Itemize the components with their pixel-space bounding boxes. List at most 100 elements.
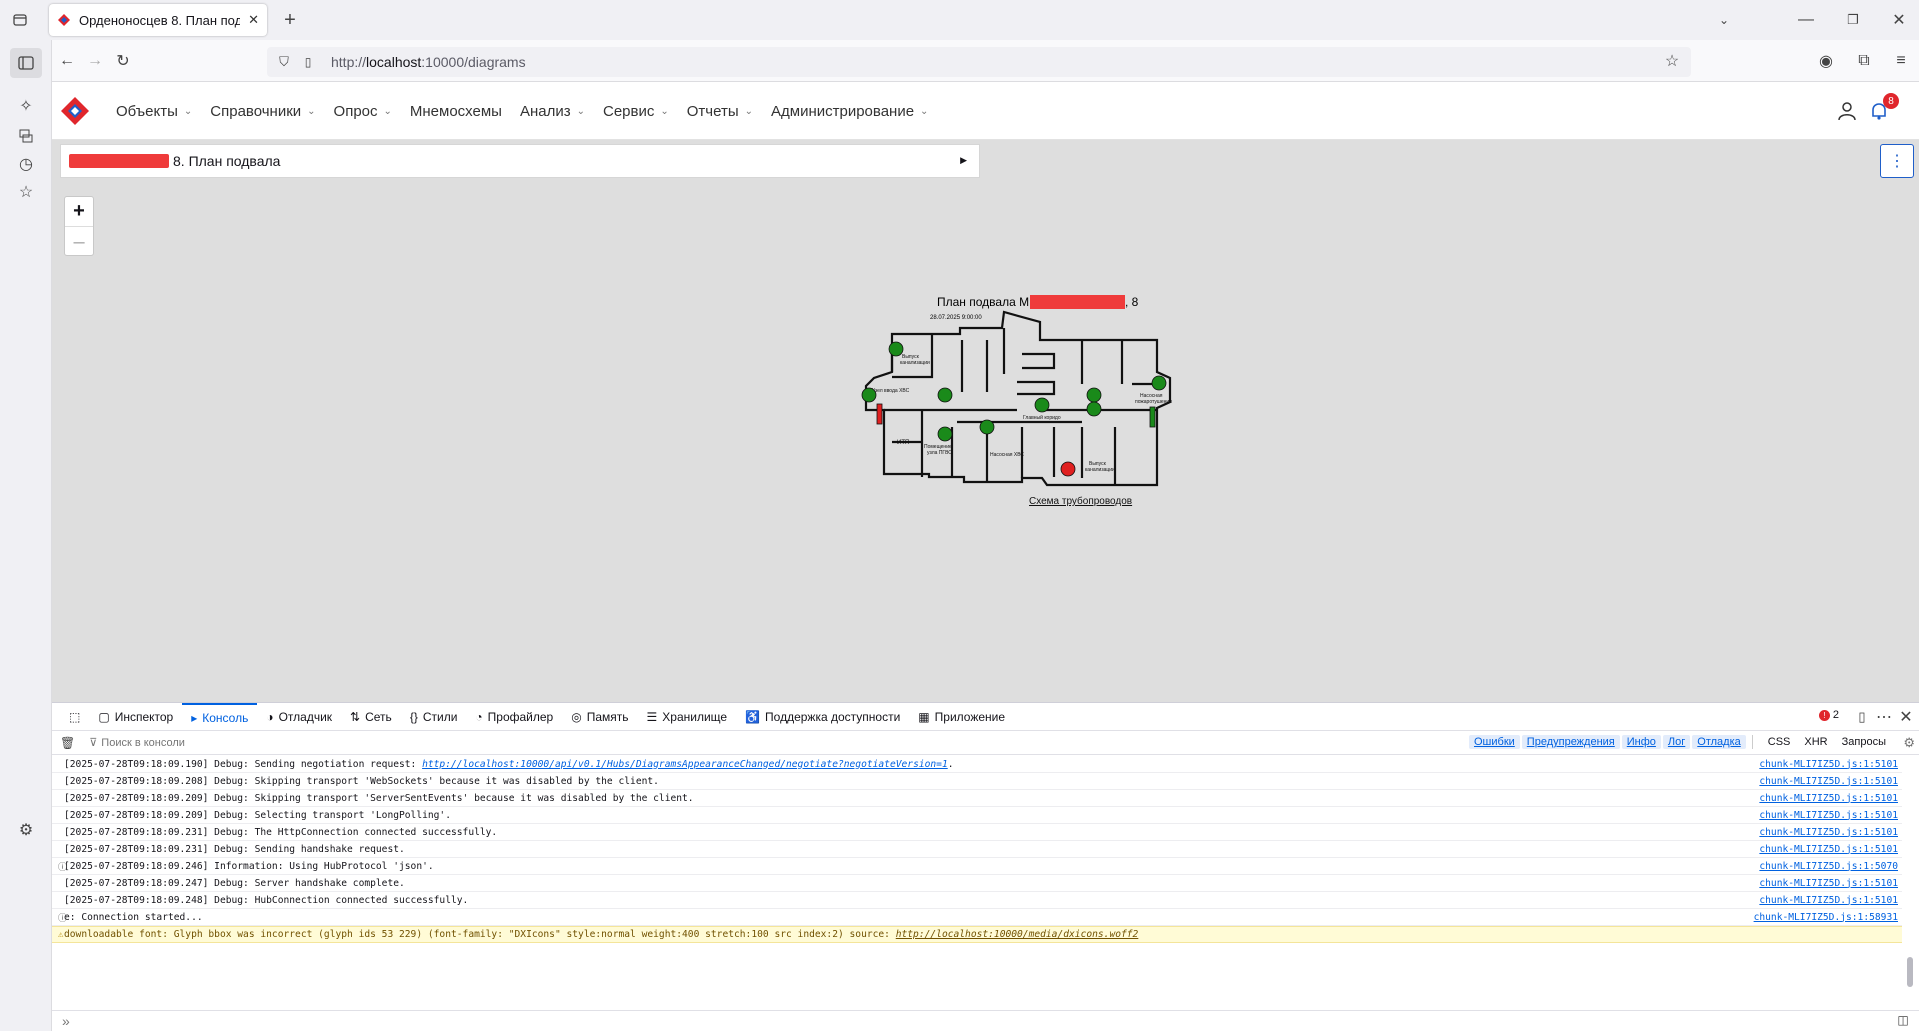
extensions-icon[interactable]: ⧉ — [1853, 50, 1875, 72]
devtools-tab[interactable]: ♿ Поддержка доступности — [736, 703, 909, 731]
menu-item[interactable]: Мнемосхемы — [410, 103, 502, 120]
ok-indicator[interactable] — [1149, 406, 1156, 428]
devtools-tab[interactable]: ◔ Профайлер — [466, 703, 562, 731]
account-icon[interactable]: ◉ — [1815, 50, 1837, 72]
zoom-out-button[interactable]: – — [65, 227, 93, 257]
redacted-block — [1030, 295, 1125, 309]
devtools-tab[interactable]: ⇅ Сеть — [341, 703, 401, 731]
filter-button[interactable]: CSS — [1763, 735, 1796, 749]
close-devtools-icon[interactable]: ✕ — [1897, 708, 1915, 726]
split-console-icon[interactable]: ◫ — [1895, 1012, 1911, 1028]
sensor-ok[interactable] — [937, 387, 953, 403]
zoom-in-button[interactable]: + — [65, 197, 93, 227]
close-window-button[interactable]: ✕ — [1889, 10, 1909, 30]
minimize-button[interactable]: — — [1796, 10, 1816, 30]
history-icon[interactable]: ◷ — [16, 154, 36, 174]
source-link[interactable]: chunk-MLI7IZ5D.js:1:5101 — [1759, 810, 1898, 821]
dock-icon[interactable]: ▯ — [1853, 708, 1871, 726]
bookmarks-icon[interactable]: ☆ — [16, 182, 36, 202]
user-icon[interactable] — [1836, 100, 1858, 122]
element-picker-icon[interactable]: ⬚ — [60, 703, 89, 731]
app-menu-icon[interactable]: ≡ — [1890, 50, 1912, 72]
devtools-tab[interactable]: ▦ Приложение — [909, 703, 1014, 731]
sensor-ok[interactable] — [1086, 401, 1102, 417]
menu-item[interactable]: Отчеты ⌄ — [687, 103, 753, 120]
console-search-input[interactable] — [101, 736, 402, 749]
filter-button[interactable]: Запросы — [1837, 735, 1891, 749]
source-link[interactable]: chunk-MLI7IZ5D.js:1:5101 — [1759, 827, 1898, 838]
chevron-down-icon: ⌄ — [183, 105, 193, 117]
error-count: 2 — [1832, 709, 1839, 721]
menu-item[interactable]: Опрос ⌄ — [334, 103, 392, 120]
filter-button[interactable]: Инфо — [1621, 735, 1661, 749]
more-icon[interactable]: ⋯ — [1875, 708, 1893, 726]
devtools-tab[interactable]: {} Стили — [401, 703, 467, 731]
more-options-button[interactable]: ⋮ — [1880, 144, 1914, 178]
source-link[interactable]: chunk-MLI7IZ5D.js:1:5101 — [1759, 844, 1898, 855]
source-link[interactable]: chunk-MLI7IZ5D.js:1:58931 — [1754, 912, 1898, 923]
sensor-ok[interactable] — [979, 419, 995, 435]
devtools-tab[interactable]: ◎ Память — [562, 703, 637, 731]
restore-button[interactable]: ❐ — [1843, 10, 1863, 30]
filter-button[interactable]: XHR — [1799, 735, 1832, 749]
console-link[interactable]: http://localhost:10000/media/dxicons.wof… — [896, 929, 1139, 940]
filter-button[interactable]: Лог — [1662, 735, 1691, 749]
sidebar-settings-icon[interactable]: ⚙ — [16, 820, 36, 840]
console-scrollbar[interactable] — [1907, 759, 1913, 999]
bookmark-star-icon[interactable]: ☆ — [1663, 52, 1681, 70]
devtools-tab[interactable]: ▸ Консоль — [182, 702, 258, 731]
sensor-ok[interactable] — [888, 341, 904, 357]
menu-item-label: Анализ — [519, 102, 571, 120]
browser-tab-active[interactable]: Орденоносцев 8. План подвал ✕ — [49, 4, 267, 36]
source-link[interactable]: chunk-MLI7IZ5D.js:1:5101 — [1759, 776, 1898, 787]
menu-item[interactable]: Сервис ⌄ — [603, 103, 669, 120]
sensor-ok[interactable] — [861, 387, 877, 403]
devtools-tab[interactable]: ◑ Отладчик — [257, 703, 341, 731]
sidebar-icon — [16, 54, 36, 72]
filter-button[interactable]: Предупреждения — [1521, 735, 1620, 749]
close-tab-icon[interactable]: ✕ — [248, 12, 259, 28]
filter-button[interactable]: Отладка — [1692, 735, 1746, 749]
breadcrumb[interactable]: 8. План подвала ▶ — [60, 144, 980, 178]
source-link[interactable]: chunk-MLI7IZ5D.js:1:5070 — [1759, 861, 1898, 872]
menu-item-label: Администрирование — [771, 102, 915, 120]
synced-tabs-icon[interactable] — [16, 126, 36, 146]
filter-button[interactable]: Ошибки — [1469, 735, 1520, 749]
source-link[interactable]: chunk-MLI7IZ5D.js:1:5101 — [1759, 759, 1898, 770]
settings-gear-icon[interactable]: ⚙ — [1903, 735, 1915, 751]
sensor-ok[interactable] — [1086, 387, 1102, 403]
source-link[interactable]: chunk-MLI7IZ5D.js:1:5101 — [1759, 878, 1898, 889]
caret-right-icon[interactable]: ▶ — [960, 155, 967, 166]
console-input[interactable]: » — [52, 1010, 1919, 1030]
menu-item[interactable]: Анализ ⌄ — [520, 103, 585, 120]
pipeline-scheme-link[interactable]: Схема трубопроводов — [1029, 495, 1132, 507]
devtools-tab[interactable]: ☰ Хранилище — [638, 703, 737, 731]
trash-icon[interactable]: 🗑 — [60, 736, 75, 750]
devtools-tab[interactable]: ▢ Инспектор — [89, 703, 182, 731]
new-tab-button[interactable]: + — [280, 9, 300, 31]
extensions-sidebar-icon[interactable]: ✧ — [16, 96, 36, 116]
error-counter[interactable]: ! 2 — [1818, 709, 1839, 721]
forward-button[interactable]: → — [84, 50, 106, 72]
devtools-tab-icon: ▸ — [191, 710, 198, 725]
chevron-down-icon[interactable]: ⌄ — [1714, 10, 1734, 30]
sensor-alarm[interactable] — [1060, 461, 1076, 477]
shield-icon[interactable]: ⛉ — [275, 53, 293, 71]
menu-item[interactable]: Администрирование ⌄ — [771, 103, 928, 120]
menu-item[interactable]: Объекты ⌄ — [116, 103, 192, 120]
url-bar[interactable]: ⛉ ▯ http://localhost:10000/diagrams ☆ — [267, 47, 1691, 77]
console-link[interactable]: http://localhost:10000/api/v0.1/Hubs/Dia… — [422, 759, 948, 770]
app-logo-icon[interactable] — [60, 96, 90, 126]
menu-item[interactable]: Справочники ⌄ — [210, 103, 315, 120]
sensor-ok[interactable] — [1034, 397, 1050, 413]
back-button[interactable]: ← — [56, 50, 78, 72]
sensor-ok[interactable] — [1151, 375, 1167, 391]
alarm-indicator[interactable] — [876, 403, 883, 425]
tab-list-icon[interactable] — [10, 10, 30, 30]
source-link[interactable]: chunk-MLI7IZ5D.js:1:5101 — [1759, 793, 1898, 804]
sensor-ok[interactable] — [937, 426, 953, 442]
zoom-control: + – — [64, 196, 94, 256]
reload-button[interactable]: ↻ — [112, 50, 134, 72]
diagram-canvas[interactable]: + – План подвала МКД , 8 28.07.2025 9:00… — [52, 182, 1919, 702]
source-link[interactable]: chunk-MLI7IZ5D.js:1:5101 — [1759, 895, 1898, 906]
